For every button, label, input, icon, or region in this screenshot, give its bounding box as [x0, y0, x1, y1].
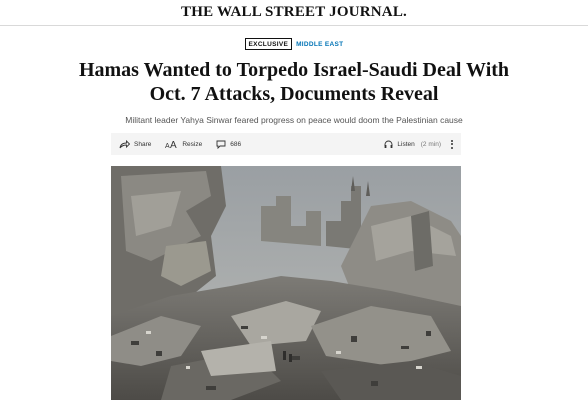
more-vertical-icon[interactable]: [451, 139, 453, 149]
rubble-photo: [111, 166, 461, 400]
article-toolbar: Share AA Resize 686 Listen (2 min): [111, 133, 461, 155]
listen-duration: (2 min): [420, 140, 441, 148]
headline-line-1: Hamas Wanted to Torpedo Israel-Saudi Dea…: [78, 59, 510, 81]
share-icon: [119, 139, 130, 149]
article-headline: Hamas Wanted to Torpedo Israel-Saudi Dea…: [40, 58, 548, 106]
resize-label: Resize: [182, 140, 203, 148]
comments-button[interactable]: 686: [216, 140, 241, 149]
share-label: Share: [134, 140, 152, 148]
resize-icon: AA: [165, 140, 178, 149]
resize-button[interactable]: AA Resize: [165, 140, 202, 149]
comments-count: 686: [230, 140, 242, 148]
share-button[interactable]: Share: [119, 139, 152, 149]
masthead: THE WALL STREET JOURNAL.: [0, 0, 588, 26]
comment-icon: [216, 140, 226, 149]
headphones-icon: [384, 140, 393, 149]
wsj-logo[interactable]: THE WALL STREET JOURNAL.: [181, 4, 407, 21]
headline-line-2: Oct. 7 Attacks, Documents Reveal: [149, 83, 439, 105]
article-flags: EXCLUSIVE MIDDLE EAST: [0, 38, 588, 50]
article-dek: Militant leader Yahya Sinwar feared prog…: [125, 115, 463, 125]
listen-button[interactable]: Listen (2 min): [384, 140, 441, 149]
exclusive-badge: EXCLUSIVE: [244, 38, 293, 50]
lead-image: [111, 166, 461, 400]
svg-text:A: A: [170, 140, 177, 149]
listen-label: Listen: [397, 140, 415, 148]
section-link[interactable]: MIDDLE EAST: [296, 41, 343, 48]
